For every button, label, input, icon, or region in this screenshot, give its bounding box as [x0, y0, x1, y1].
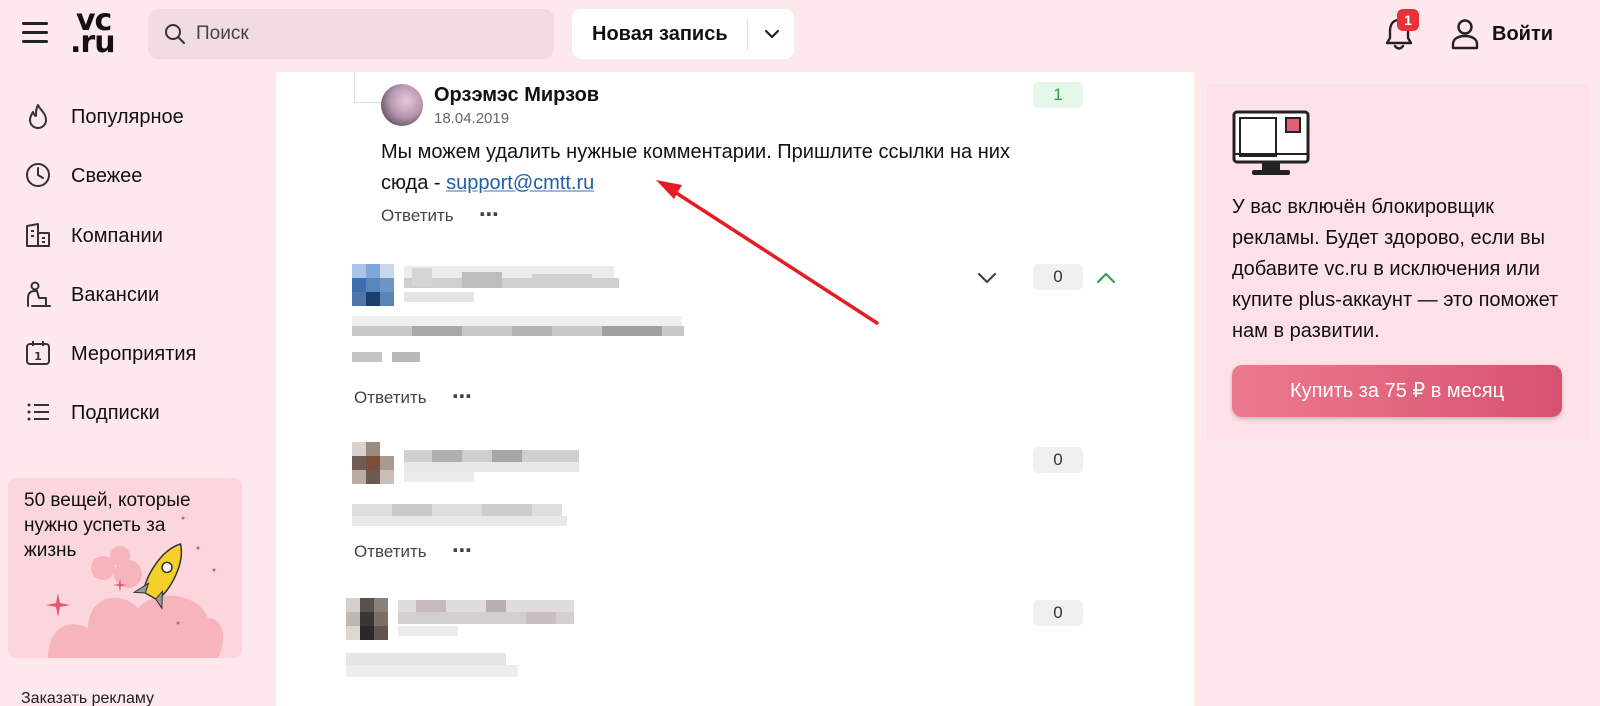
- promo-title: 50 вещей, которые нужно успеть за жизнь: [24, 490, 191, 561]
- order-ads-link[interactable]: Заказать рекламу: [21, 690, 154, 706]
- sidebar-item-vacancies[interactable]: Вакансии: [24, 276, 244, 312]
- chevron-down-icon[interactable]: [757, 25, 787, 45]
- comment-score: 0: [1033, 264, 1083, 290]
- monitor-icon: [1232, 110, 1310, 175]
- comment-score: 0: [1033, 447, 1083, 473]
- adblock-message: У вас включён блокировщик рекламы. Будет…: [1232, 196, 1559, 342]
- chevron-down-icon[interactable]: [974, 268, 1000, 288]
- comment-score: 1: [1033, 82, 1083, 108]
- reply-button[interactable]: Ответить: [354, 542, 427, 562]
- list-icon: [27, 403, 49, 421]
- sidebar-item-label: Свежее: [71, 165, 143, 187]
- sidebar-item-fresh[interactable]: Свежее: [24, 157, 244, 193]
- reply-button[interactable]: Ответить: [354, 388, 427, 408]
- notification-badge: 1: [1397, 9, 1419, 31]
- more-icon[interactable]: ⋯: [452, 541, 473, 561]
- sidebar-item-subscriptions[interactable]: Подписки: [24, 394, 244, 430]
- reply-button[interactable]: Ответить: [381, 206, 454, 226]
- menu-icon[interactable]: [22, 22, 48, 46]
- sidebar-item-label: Компании: [71, 225, 163, 247]
- svg-text:1: 1: [34, 350, 42, 363]
- sidebar-item-label: Мероприятия: [71, 343, 197, 365]
- search-input[interactable]: [196, 9, 536, 59]
- flame-icon: [29, 104, 47, 129]
- top-header: vc .ru Новая запись 1 Войти: [0, 0, 1600, 70]
- new-post-label: Новая запись: [592, 23, 728, 45]
- buildings-icon: [26, 223, 50, 247]
- sidebar-item-events[interactable]: 1 Мероприятия: [24, 335, 244, 371]
- adblock-notice: У вас включён блокировщик рекламы. Будет…: [1207, 84, 1589, 440]
- clock-icon: [26, 163, 50, 187]
- sidebar-item-label: Вакансии: [71, 284, 160, 306]
- thread-line: [354, 102, 384, 103]
- avatar[interactable]: [381, 84, 423, 126]
- comment-author[interactable]: Орзэмэс Мирзов: [434, 84, 599, 107]
- support-email-link[interactable]: support@cmtt.ru: [446, 172, 594, 194]
- comment-date[interactable]: 18.04.2019: [434, 110, 509, 127]
- sidebar-item-popular[interactable]: Популярное: [24, 98, 244, 134]
- thread-line: [354, 72, 355, 102]
- comment-text: Мы можем удалить нужные комментарии. При…: [381, 137, 1021, 199]
- pixelated-comment-content: [352, 264, 684, 362]
- worker-icon: [27, 281, 51, 307]
- logo-line-2: .ru: [70, 25, 116, 60]
- user-icon: [1451, 19, 1479, 50]
- sidebar-item-companies[interactable]: Компании: [24, 217, 244, 253]
- buy-plus-button[interactable]: Купить за 75 ₽ в месяц: [1232, 365, 1562, 417]
- new-post-divider: [747, 19, 748, 51]
- comment-score: 0: [1033, 600, 1083, 626]
- pixelated-comment-content: [346, 598, 574, 677]
- pixelated-comment-content: [352, 442, 579, 526]
- site-logo[interactable]: vc .ru: [70, 6, 130, 60]
- comments-column: Орзэмэс Мирзов 18.04.2019 1 Мы можем уда…: [276, 72, 1194, 706]
- search-icon: [165, 24, 185, 44]
- calendar-icon: 1: [26, 341, 50, 365]
- more-icon[interactable]: ⋯: [479, 205, 500, 225]
- sidebar-item-label: Популярное: [71, 106, 184, 128]
- more-icon[interactable]: ⋯: [452, 387, 473, 407]
- chevron-up-icon[interactable]: [1093, 268, 1119, 288]
- sidebar-item-label: Подписки: [71, 402, 160, 424]
- login-label: Войти: [1492, 23, 1554, 45]
- promo-card[interactable]: 50 вещей, которые нужно успеть за жизнь: [8, 478, 242, 658]
- new-post-button[interactable]: Новая запись: [571, 8, 795, 60]
- search-box[interactable]: [148, 9, 554, 59]
